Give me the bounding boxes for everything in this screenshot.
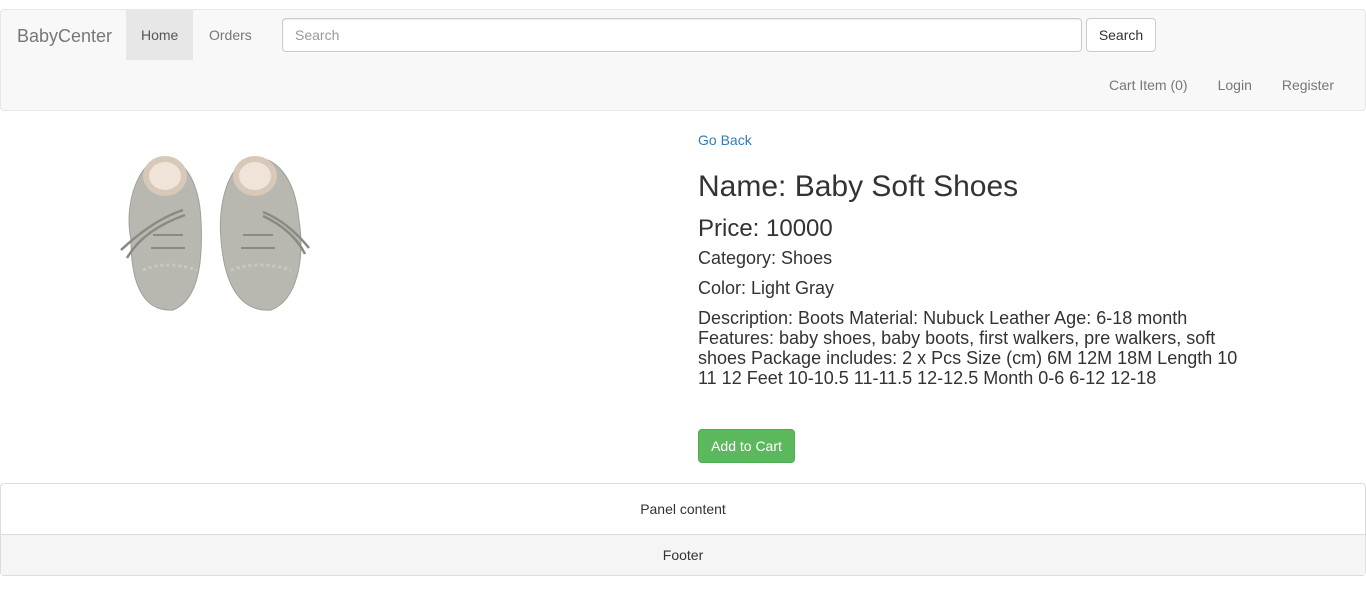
product-image bbox=[113, 140, 317, 320]
add-to-cart-button[interactable]: Add to Cart bbox=[698, 429, 795, 463]
product-price: Price: 10000 bbox=[698, 215, 833, 242]
go-back-link[interactable]: Go Back bbox=[698, 130, 1258, 150]
search-input[interactable] bbox=[282, 18, 1082, 52]
right-nav: Cart Item (0) Login Register bbox=[1094, 60, 1349, 110]
product-name: Name: Baby Soft Shoes bbox=[698, 170, 1019, 203]
panel-footer: Footer bbox=[1, 534, 1365, 575]
search-button[interactable]: Search bbox=[1086, 18, 1156, 52]
product-color: Color: Light Gray bbox=[698, 278, 835, 298]
login-link[interactable]: Login bbox=[1203, 60, 1267, 110]
register-link[interactable]: Register bbox=[1267, 60, 1349, 110]
nav-orders[interactable]: Orders bbox=[194, 10, 267, 60]
brand-logo[interactable]: BabyCenter bbox=[17, 26, 112, 46]
product-description: Description: Boots Material: Nubuck Leat… bbox=[698, 308, 1238, 388]
product-category: Category: Shoes bbox=[698, 248, 833, 268]
panel-content: Panel content bbox=[640, 501, 726, 517]
top-navbar: BabyCenter Home Orders Search Cart Item … bbox=[0, 9, 1366, 111]
product-details: Go Back Name: Baby Soft Shoes Price: 100… bbox=[698, 130, 1258, 388]
baby-shoes-icon bbox=[120, 156, 310, 311]
panel: Panel content Footer bbox=[0, 483, 1366, 576]
nav-home[interactable]: Home bbox=[126, 10, 194, 60]
cart-link[interactable]: Cart Item (0) bbox=[1094, 60, 1203, 110]
